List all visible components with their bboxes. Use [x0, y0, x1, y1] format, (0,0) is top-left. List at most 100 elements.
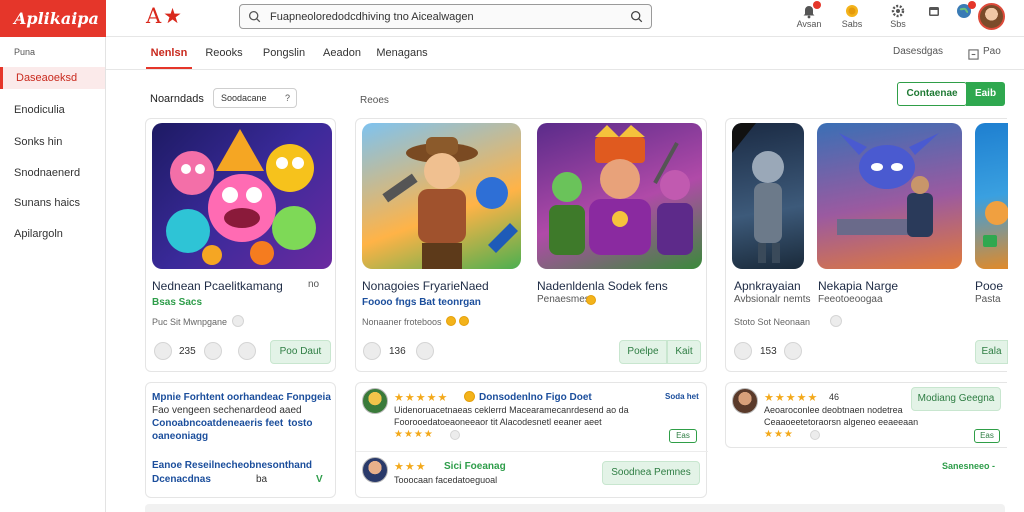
- rewards-button[interactable]: Sabs: [832, 3, 872, 29]
- reviewer-avatar[interactable]: [362, 388, 388, 414]
- check-icon: V: [316, 474, 323, 485]
- app-title[interactable]: Nonagoies FryarieNaed: [362, 279, 489, 293]
- notifications-button[interactable]: Avsan: [789, 1, 829, 29]
- user-icon[interactable]: [204, 342, 222, 360]
- tab-popular[interactable]: Pongslin: [260, 37, 308, 69]
- app-title[interactable]: Nednean Pcaelitkamang: [152, 279, 283, 293]
- news-line-suffix[interactable]: tosto: [288, 418, 312, 429]
- app-title[interactable]: Apnkrayaian: [734, 279, 801, 293]
- sidebar-item-dashboard[interactable]: Daseaoeksd: [0, 67, 105, 89]
- app-subtitle: Foooo fngs Bat teonrgan: [362, 297, 481, 308]
- search-input[interactable]: [270, 7, 610, 26]
- sort-dropdown[interactable]: Soodacane ?: [213, 88, 297, 108]
- settings-button[interactable]: Sbs: [878, 3, 918, 29]
- see-reviews-button[interactable]: Soodnea Pemnes: [602, 461, 700, 485]
- reviewer-avatar[interactable]: [362, 457, 388, 483]
- coin-icon: [586, 295, 596, 305]
- search-submit-icon[interactable]: [630, 10, 643, 23]
- review-text: Ceaaoeetetoraorsn algeneo eeaeeaan: [764, 417, 919, 427]
- user-avatar[interactable]: [978, 3, 1005, 30]
- play-button[interactable]: Poo Daut: [270, 340, 331, 364]
- app-title[interactable]: Nekapia Narge: [818, 279, 898, 293]
- app-card-wide[interactable]: Apnkrayaian Avbsionalr nemts Stoto Sot N…: [725, 118, 1008, 372]
- like-count: 136: [389, 346, 406, 357]
- cowboy-character-image: [382, 137, 518, 269]
- calendar-icon: [926, 3, 942, 19]
- review-tag[interactable]: Eas: [669, 429, 697, 443]
- review-text: Foorooedatoeaoneeaor tit Alacodesnetl ee…: [394, 417, 602, 427]
- tab-books[interactable]: Reooks: [202, 37, 246, 69]
- top-bar: Aplikaipa A★ Avsan Sabs Sbs: [0, 0, 1024, 37]
- monster-characters-image: [166, 129, 316, 265]
- export-icon[interactable]: [968, 47, 979, 65]
- like-icon[interactable]: [734, 342, 752, 360]
- coin-icon: [464, 391, 475, 402]
- app-card-double[interactable]: Nonagoies FryarieNaed Foooo fngs Bat teo…: [355, 118, 707, 372]
- sidebar-item-4[interactable]: Sunans haics: [0, 192, 105, 214]
- coin-icon: [459, 316, 469, 326]
- app-logo[interactable]: Aplikaipa: [0, 0, 106, 37]
- get-button[interactable]: Eala: [975, 340, 1008, 364]
- news-line[interactable]: Conoabncoatdeneaeris feet: [152, 418, 283, 429]
- user-icon[interactable]: [416, 342, 434, 360]
- sidebar-item-3[interactable]: Snodnaenerd: [0, 162, 105, 184]
- sidebar-item-1[interactable]: Enodiculia: [0, 99, 105, 121]
- news-line[interactable]: oaneoniagg: [152, 431, 208, 442]
- filter-label: Noarndads: [150, 93, 204, 105]
- heroes-characters-image: [549, 125, 693, 255]
- game-artwork[interactable]: [975, 123, 1008, 269]
- brand-mark[interactable]: A★: [146, 4, 184, 28]
- knight-character-image: [732, 123, 784, 263]
- tabs-right-secondary[interactable]: Pao: [983, 46, 1001, 57]
- see-more-link[interactable]: Sanesneeo -: [942, 461, 995, 471]
- info-icon[interactable]: [830, 315, 842, 327]
- game-artwork[interactable]: [537, 123, 702, 269]
- edit-button[interactable]: Eaib: [966, 82, 1005, 106]
- game-artwork[interactable]: [362, 123, 521, 269]
- game-artwork[interactable]: [152, 123, 332, 269]
- app-subtitle: Feeotoeoogaa: [818, 294, 883, 305]
- share-icon[interactable]: [238, 342, 256, 360]
- reviewer-avatar[interactable]: [732, 388, 758, 414]
- sidebar: Puna Daseaoeksd Enodiculia Sonks hin Sno…: [0, 37, 106, 512]
- tabs-right-link[interactable]: Dasesdgas: [893, 46, 943, 57]
- info-icon[interactable]: [232, 315, 244, 327]
- continue-button[interactable]: Contaenae: [897, 82, 967, 106]
- news-line[interactable]: Dcenacdnas: [152, 474, 211, 485]
- app-title[interactable]: Pooe: [975, 279, 1003, 293]
- game-artwork[interactable]: [732, 123, 804, 269]
- news-line[interactable]: Eanoe Reseilnecheobnesonthand: [152, 460, 312, 471]
- news-line[interactable]: Mpnie Forhtent oorhandeac Fonpgeia: [152, 392, 331, 403]
- rating-action-button[interactable]: Modiang Geegna: [911, 387, 1001, 411]
- like-count: 235: [179, 346, 196, 357]
- rating-stars: ★★★★★: [394, 392, 449, 404]
- tab-managers[interactable]: Menagans: [376, 37, 428, 69]
- tab-random[interactable]: Aeadon: [320, 37, 364, 69]
- header-action-label: Avsan: [796, 19, 822, 29]
- rating-stars: ★★★★: [394, 429, 434, 440]
- tab-news[interactable]: Nenlsn: [146, 37, 192, 69]
- info-icon[interactable]: [810, 430, 820, 440]
- review-title-right[interactable]: Soda het: [665, 392, 699, 401]
- gear-icon: [890, 3, 906, 19]
- game-artwork[interactable]: [817, 123, 962, 269]
- review-title[interactable]: Donsodenlno Figo Doet: [479, 392, 592, 403]
- search-icon: [248, 10, 261, 23]
- like-icon[interactable]: [154, 342, 172, 360]
- section-label: Reoes: [360, 95, 389, 106]
- app-subtitle: Penaesmes: [537, 294, 590, 305]
- like-icon[interactable]: [363, 342, 381, 360]
- sidebar-item-2[interactable]: Sonks hin: [0, 131, 105, 153]
- app-card[interactable]: Nednean Pcaelitkamang no Bsas Sacs Puc S…: [145, 118, 336, 372]
- user-icon[interactable]: [784, 342, 802, 360]
- app-title[interactable]: Nadenldenla Sodek fens: [537, 279, 668, 293]
- get-button[interactable]: Kait: [667, 340, 701, 364]
- review-title[interactable]: Sici Foeanag: [444, 461, 506, 472]
- review-tag[interactable]: Eas: [974, 429, 1000, 443]
- app-meta: Puc Sit Mwnpgane: [152, 317, 228, 327]
- preview-button[interactable]: Poelpe: [619, 340, 667, 364]
- sidebar-item-5[interactable]: Apilargoln: [0, 223, 105, 245]
- info-icon[interactable]: [450, 430, 460, 440]
- notification-badge: [813, 1, 821, 9]
- search-bar[interactable]: [239, 4, 652, 29]
